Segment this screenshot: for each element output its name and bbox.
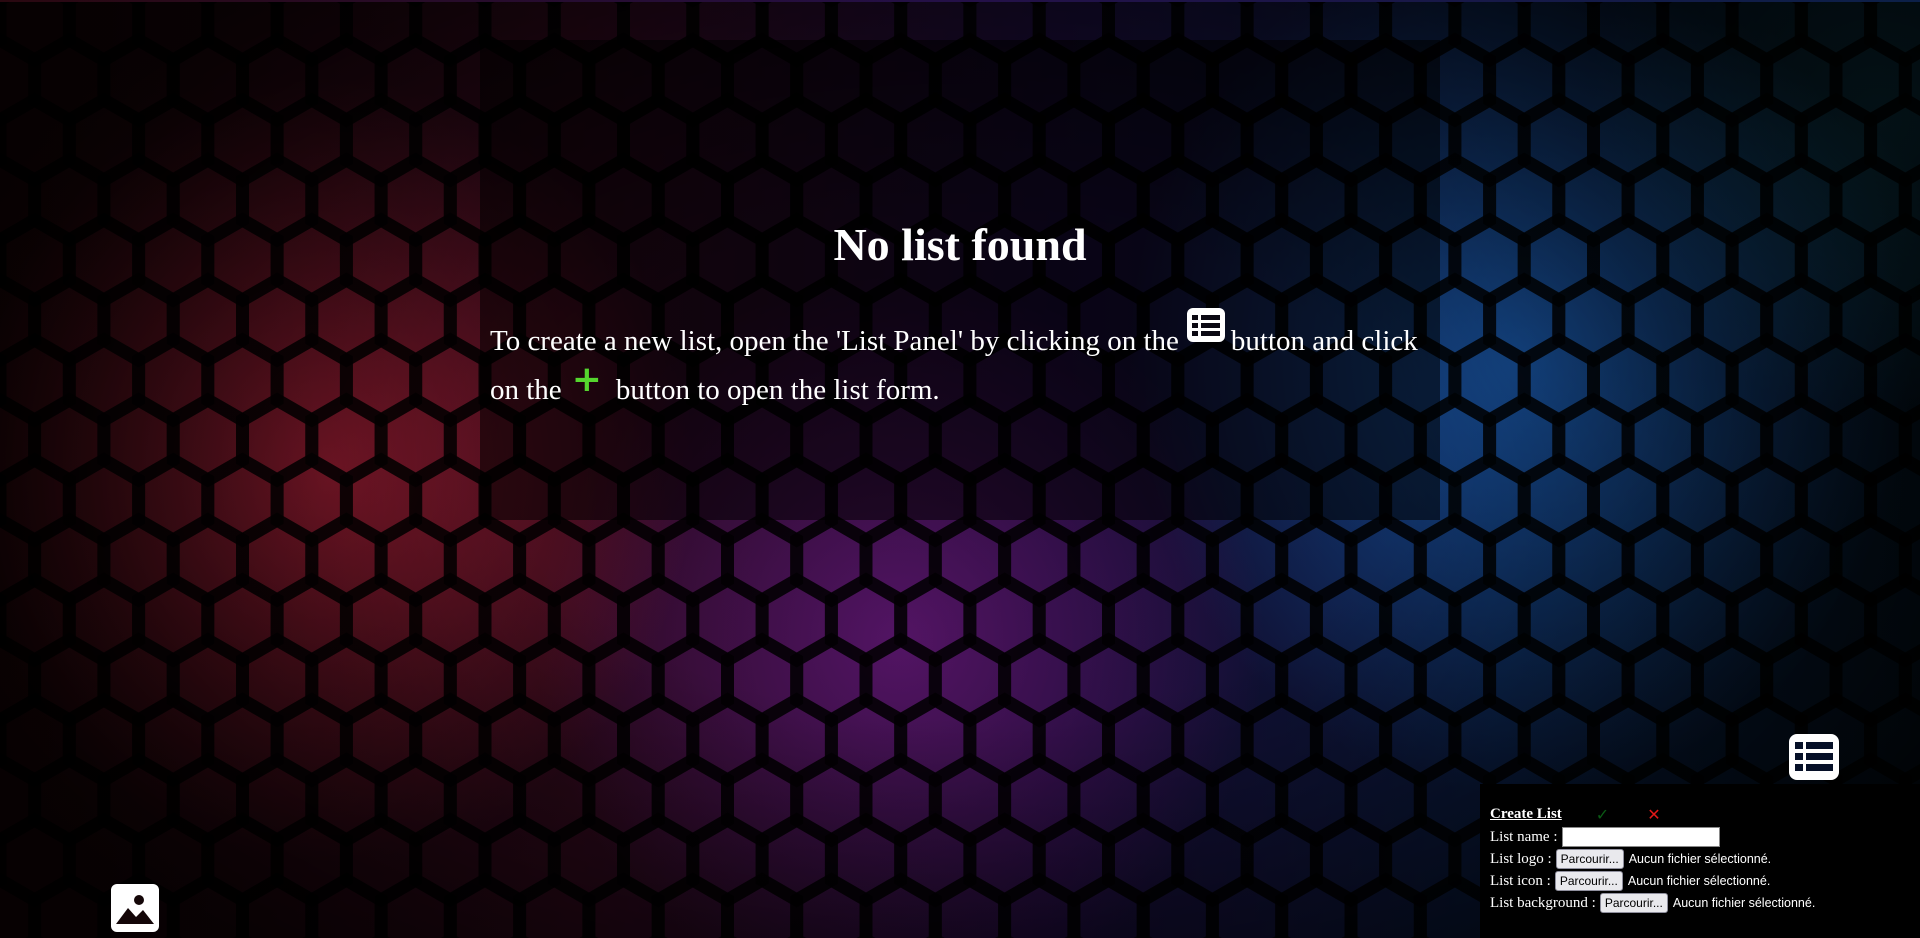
app-background: No list found To create a new list, open… [0, 0, 1920, 938]
hexagon-cell [1275, 872, 1358, 938]
page-title: No list found [833, 219, 1087, 270]
list-panel-button[interactable] [1788, 733, 1840, 781]
hexagon-cell [236, 872, 319, 938]
hexagon-cell [1136, 872, 1219, 938]
hexagon-cell [374, 872, 457, 938]
form-title: Create List [1490, 805, 1562, 822]
hexagon-cell [513, 872, 596, 938]
instruction-part-3: button to open the list form. [615, 374, 940, 406]
list-icon-browse-button[interactable]: Parcourir... [1554, 871, 1623, 891]
hexagon-cell [721, 872, 804, 938]
list-background-row: List background : Parcourir... Aucun fic… [1490, 892, 1920, 914]
list-icon [1186, 308, 1225, 342]
hexagon-cell [443, 872, 527, 938]
list-logo-browse-button[interactable]: Parcourir... [1555, 849, 1624, 869]
hexagon-cell [790, 872, 873, 938]
hexagon-cell [1205, 872, 1289, 938]
hexagon-cell [28, 872, 111, 938]
instruction-part-1: To create a new list, open the 'List Pan… [490, 325, 1179, 357]
form-header: Create List ✓ ✕ [1490, 804, 1920, 824]
hexagon-cell [859, 872, 942, 938]
list-logo-file-status: Aucun fichier sélectionné. [1628, 852, 1772, 866]
list-logo-row: List logo : Parcourir... Aucun fichier s… [1490, 848, 1920, 870]
list-logo-label: List logo : [1490, 850, 1552, 867]
confirm-button[interactable]: ✓ [1596, 805, 1609, 824]
instructions-text: To create a new list, open the 'List Pan… [490, 306, 1440, 414]
list-icon-label: List icon : [1490, 872, 1551, 889]
empty-state-panel: No list found To create a new list, open… [480, 40, 1440, 520]
list-name-label: List name : [1490, 828, 1558, 845]
hexagon-cell [928, 872, 1012, 938]
list-name-row: List name : [1490, 826, 1920, 848]
list-background-file-status: Aucun fichier sélectionné. [1672, 896, 1816, 910]
list-icon-file-status: Aucun fichier sélectionné. [1627, 874, 1771, 888]
hexagon-cell [166, 872, 249, 938]
hexagon-cell [305, 872, 388, 938]
hexagon-cell [998, 872, 1081, 938]
top-border [0, 0, 1920, 2]
hexagon-cell [1067, 872, 1150, 938]
create-list-form: Create List ✓ ✕ List name : List logo : … [1480, 784, 1920, 938]
hexagon-cell [582, 872, 665, 938]
hexagon-cell [651, 872, 734, 938]
list-background-browse-button[interactable]: Parcourir... [1599, 893, 1668, 913]
list-icon-row: List icon : Parcourir... Aucun fichier s… [1490, 870, 1920, 892]
list-background-label: List background : [1490, 894, 1596, 911]
image-icon[interactable] [110, 883, 160, 933]
list-name-input[interactable] [1561, 827, 1720, 847]
cancel-button[interactable]: ✕ [1647, 805, 1660, 824]
hexagon-cell [1344, 872, 1427, 938]
plus-icon: + [571, 359, 602, 400]
